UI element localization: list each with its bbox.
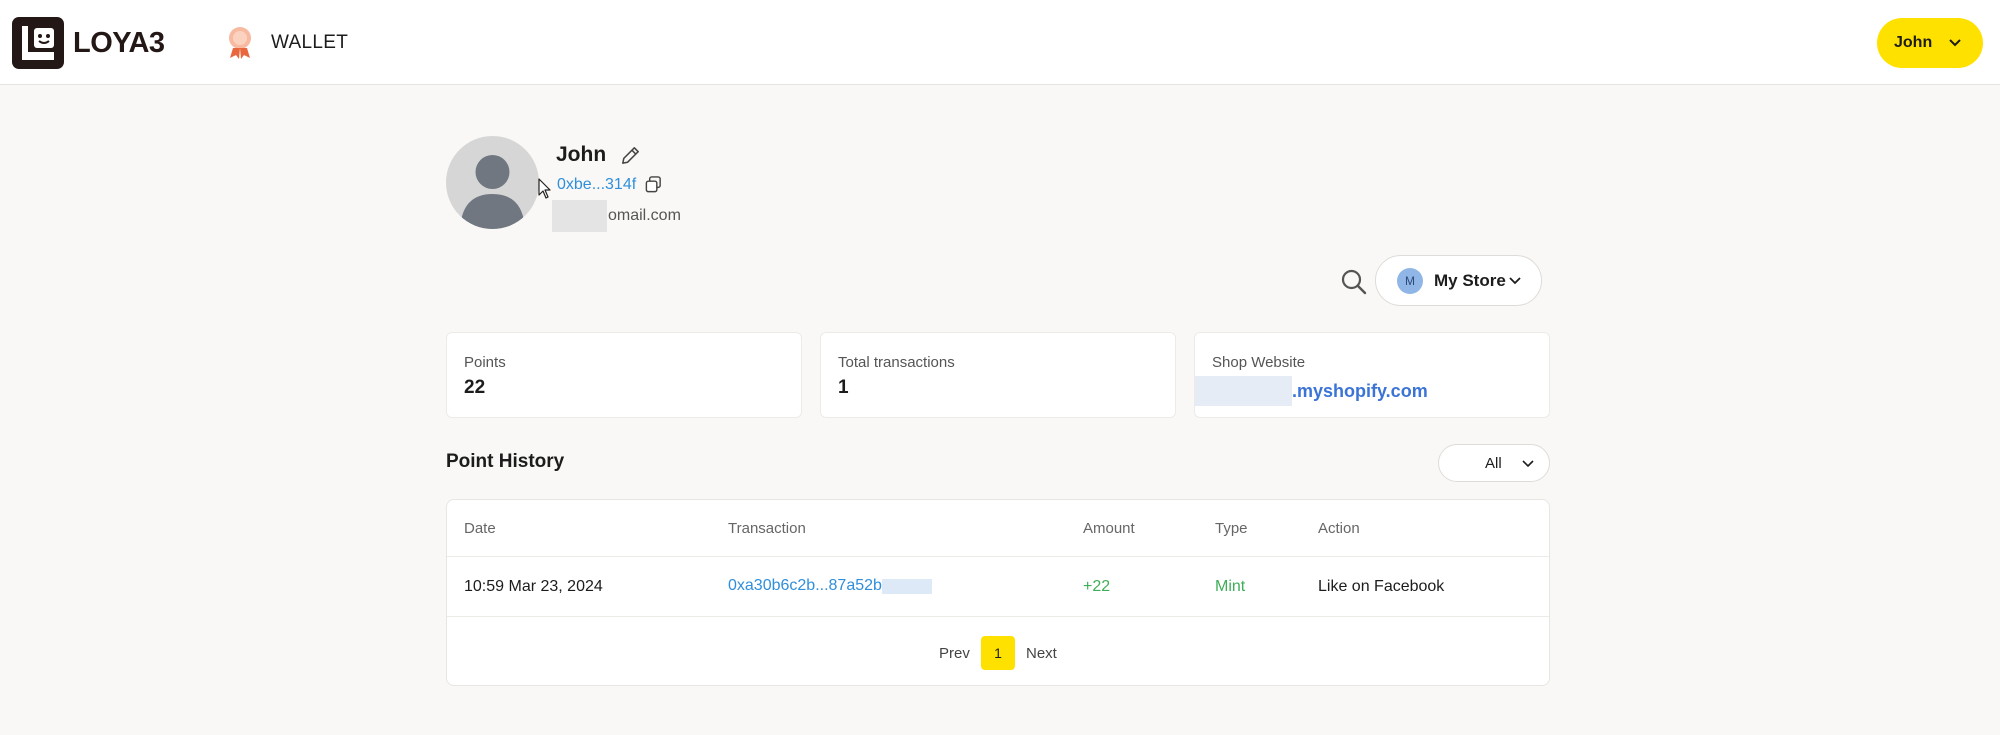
chevron-down-icon (1522, 460, 1534, 468)
pagination-page-1[interactable]: 1 (981, 636, 1015, 670)
shop-website-card: Shop Website .myshopify.com (1194, 332, 1550, 418)
history-filter-select[interactable]: All (1438, 444, 1550, 482)
transactions-label: Total transactions (838, 354, 955, 371)
row-type: Mint (1215, 578, 1246, 595)
pagination: Prev 1 Next (447, 636, 1549, 672)
search-icon[interactable] (1340, 268, 1367, 295)
chevron-down-icon (1509, 277, 1521, 285)
pagination-prev-button[interactable]: Prev (939, 645, 970, 662)
column-header-action: Action (1318, 520, 1360, 537)
brand-logo[interactable]: LOYA3 (12, 17, 165, 69)
redacted-block (1195, 376, 1292, 406)
wallet-address-link[interactable]: 0xbe...314f (557, 176, 636, 194)
transactions-card: Total transactions 1 (820, 332, 1176, 418)
point-history-table: Date Transaction Amount Type Action 10:5… (446, 499, 1550, 686)
row-amount: +22 (1083, 578, 1111, 595)
loya3-logo-icon (12, 17, 64, 69)
nav-wallet-label: WALLET (271, 32, 349, 53)
brand-name: LOYA3 (73, 26, 165, 59)
shop-website-label: Shop Website (1212, 354, 1306, 371)
redacted-block (552, 200, 607, 232)
pagination-next-button[interactable]: Next (1026, 645, 1057, 662)
row-transaction-link[interactable]: 0xa30b6c2b...87a52b (728, 577, 932, 595)
user-menu-button[interactable]: John (1877, 18, 1983, 68)
row-date: 10:59 Mar 23, 2024 (464, 578, 603, 595)
user-silhouette-icon (460, 155, 525, 229)
history-filter-label: All (1485, 455, 1502, 472)
chevron-down-icon (1949, 39, 1961, 47)
points-card: Points 22 (446, 332, 802, 418)
point-history-title: Point History (446, 451, 565, 472)
redacted-block (881, 578, 932, 594)
medal-icon (229, 27, 251, 59)
column-header-type: Type (1215, 520, 1248, 537)
column-header-transaction: Transaction (728, 520, 806, 537)
store-badge: M (1397, 267, 1423, 294)
mouse-cursor-icon (538, 178, 551, 199)
email-row: omail.com (552, 200, 681, 232)
copy-icon[interactable] (644, 175, 663, 194)
nav-wallet[interactable]: WALLET (226, 26, 348, 60)
table-header: Date Transaction Amount Type Action (447, 500, 1549, 557)
user-menu-label: John (1894, 34, 1933, 51)
store-selector[interactable]: M My Store (1375, 255, 1542, 306)
pencil-icon[interactable] (619, 144, 642, 167)
top-header: LOYA3 WALLET John (0, 0, 2000, 85)
row-transaction-hash: 0xa30b6c2b...87a52b (728, 577, 882, 594)
profile-name-row: John (556, 143, 642, 167)
points-value: 22 (464, 377, 486, 398)
transactions-value: 1 (838, 377, 849, 398)
column-header-date: Date (464, 520, 496, 537)
profile-name: John (556, 143, 607, 166)
points-label: Points (464, 354, 506, 371)
table-row: 10:59 Mar 23, 2024 0xa30b6c2b...87a52b +… (447, 557, 1549, 617)
avatar (446, 136, 539, 229)
column-header-amount: Amount (1083, 520, 1135, 537)
shop-website-link[interactable]: .myshopify.com (1292, 381, 1428, 402)
email-text: omail.com (608, 207, 681, 224)
wallet-address-row: 0xbe...314f (557, 175, 663, 194)
row-action: Like on Facebook (1318, 578, 1445, 595)
store-selector-label: My Store (1434, 270, 1506, 290)
shop-website-row: .myshopify.com (1195, 376, 1428, 406)
